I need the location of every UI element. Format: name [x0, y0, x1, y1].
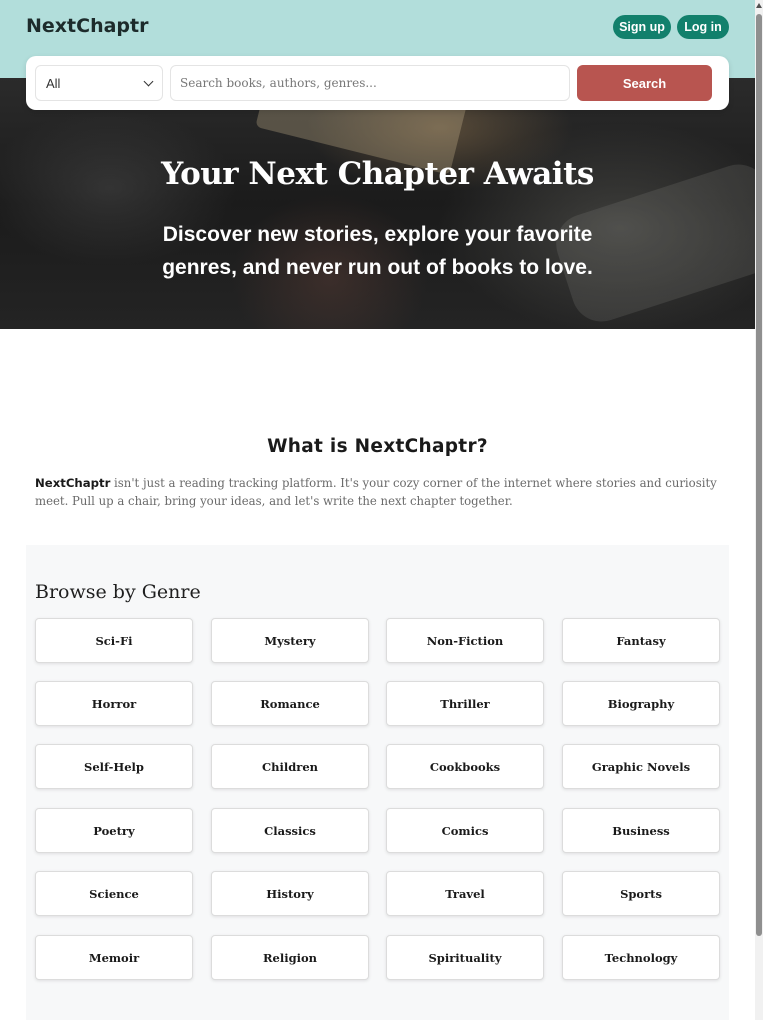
about-description: NextChaptr isn't just a reading tracking…	[35, 474, 725, 510]
genre-card-mystery[interactable]: Mystery	[211, 618, 369, 663]
genre-card-fantasy[interactable]: Fantasy	[562, 618, 720, 663]
genre-card-self-help[interactable]: Self-Help	[35, 744, 193, 789]
genre-heading: Browse by Genre	[35, 581, 201, 603]
genre-card-biography[interactable]: Biography	[562, 681, 720, 726]
brand-logo[interactable]: NextChaptr	[26, 15, 148, 37]
genre-card-travel[interactable]: Travel	[386, 871, 544, 916]
genre-card-romance[interactable]: Romance	[211, 681, 369, 726]
category-select[interactable]: All	[35, 65, 163, 101]
genre-card-non-fiction[interactable]: Non-Fiction	[386, 618, 544, 663]
chevron-down-icon	[143, 76, 154, 87]
scrollbar[interactable]	[755, 0, 763, 1020]
genre-card-classics[interactable]: Classics	[211, 808, 369, 853]
login-button[interactable]: Log in	[677, 15, 729, 39]
genre-card-technology[interactable]: Technology	[562, 935, 720, 980]
genre-card-science[interactable]: Science	[35, 871, 193, 916]
hero-title: Your Next Chapter Awaits	[161, 156, 594, 192]
genre-card-comics[interactable]: Comics	[386, 808, 544, 853]
about-brand: NextChaptr	[35, 476, 111, 490]
hero-banner: Your Next Chapter Awaits Discover new st…	[0, 78, 755, 329]
genre-card-sci-fi[interactable]: Sci-Fi	[35, 618, 193, 663]
about-text: isn't just a reading tracking platform. …	[35, 476, 717, 508]
search-input[interactable]	[170, 65, 570, 101]
genre-card-sports[interactable]: Sports	[562, 871, 720, 916]
search-bar: All Search	[26, 56, 729, 110]
genre-card-spirituality[interactable]: Spirituality	[386, 935, 544, 980]
signup-button[interactable]: Sign up	[613, 15, 671, 39]
about-title: What is NextChaptr?	[267, 436, 488, 457]
search-button[interactable]: Search	[577, 65, 712, 101]
hero-subtitle: Discover new stories, explore your favor…	[162, 223, 593, 279]
genre-card-graphic-novels[interactable]: Graphic Novels	[562, 744, 720, 789]
genre-card-memoir[interactable]: Memoir	[35, 935, 193, 980]
genre-card-business[interactable]: Business	[562, 808, 720, 853]
genre-section: Browse by Genre Sci-Fi Mystery Non-Fiction…	[26, 545, 729, 1020]
genre-card-cookbooks[interactable]: Cookbooks	[386, 744, 544, 789]
genre-card-children[interactable]: Children	[211, 744, 369, 789]
genre-card-religion[interactable]: Religion	[211, 935, 369, 980]
scrollbar-thumb[interactable]	[756, 14, 762, 936]
genre-card-horror[interactable]: Horror	[35, 681, 193, 726]
category-select-value: All	[46, 75, 61, 91]
genre-card-history[interactable]: History	[211, 871, 369, 916]
genre-card-poetry[interactable]: Poetry	[35, 808, 193, 853]
genre-card-thriller[interactable]: Thriller	[386, 681, 544, 726]
scroll-up-arrow-icon[interactable]	[756, 3, 762, 8]
